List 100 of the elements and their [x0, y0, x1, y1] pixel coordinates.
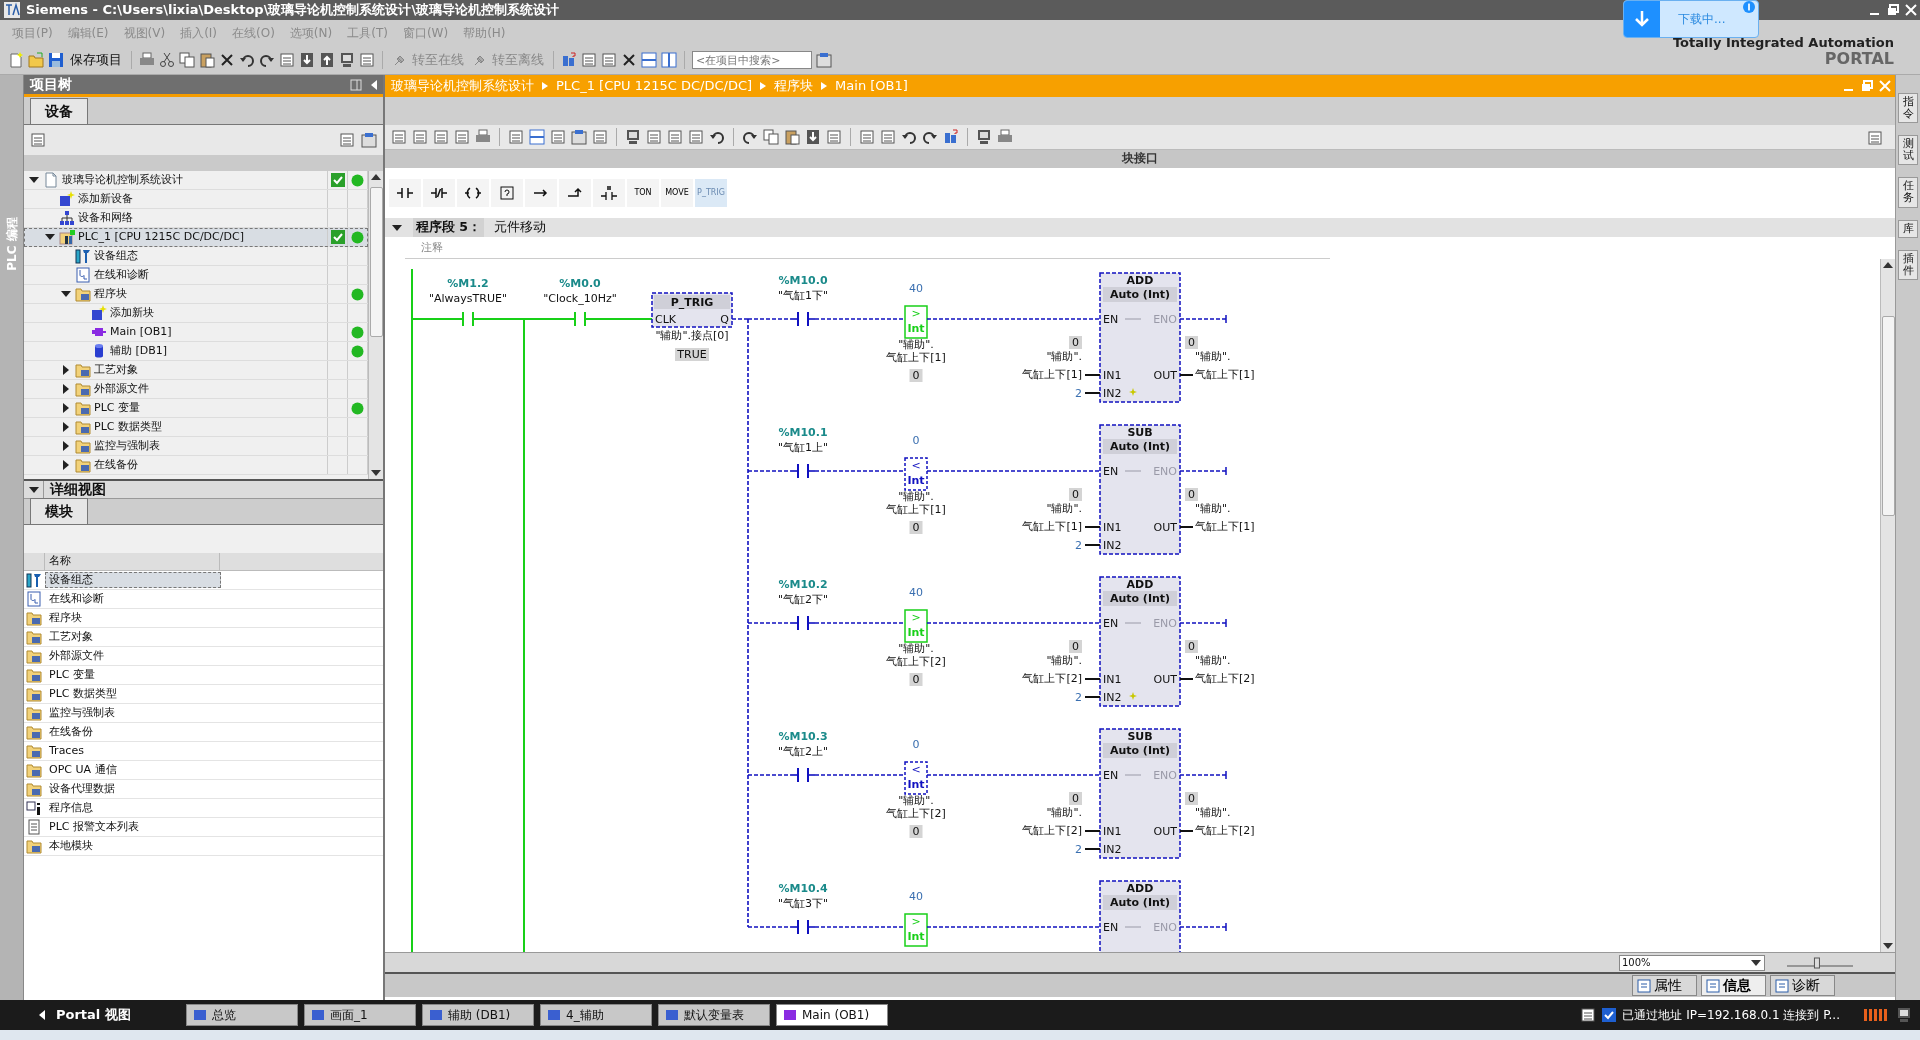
redo-icon[interactable]: [742, 129, 758, 145]
tree-item[interactable]: 工艺对象: [24, 361, 368, 380]
list-item[interactable]: PLC 变量: [45, 666, 221, 684]
list-item[interactable]: 外部源文件: [45, 647, 221, 665]
tree-item[interactable]: 添加新块: [24, 304, 368, 323]
list-item[interactable]: PLC 数据类型: [45, 685, 221, 703]
tree-item[interactable]: 添加新设备: [24, 190, 368, 209]
slider-thumb[interactable]: [1813, 957, 1820, 968]
monitor-icon[interactable]: [1896, 1007, 1912, 1023]
split-vertical-icon[interactable]: [661, 52, 677, 68]
instruction-button[interactable]: [593, 179, 625, 207]
list-item[interactable]: Traces: [45, 742, 221, 760]
tree-item[interactable]: 辅助 [DB1]: [24, 342, 368, 361]
instruction-button[interactable]: MOVE: [661, 179, 693, 207]
undo-icon[interactable]: [709, 129, 725, 145]
download-icon[interactable]: [299, 52, 315, 68]
inspector-tab[interactable]: 诊断: [1770, 975, 1835, 996]
close-icon[interactable]: [1905, 4, 1917, 16]
portal-view-button[interactable]: Portal 视图: [30, 1004, 180, 1026]
copy-icon[interactable]: [763, 129, 779, 145]
split-horizontal-icon[interactable]: [529, 129, 545, 145]
instruction-block[interactable]: [1099, 424, 1181, 555]
tree-item[interactable]: PLC 数据类型: [24, 418, 368, 437]
panel-tab[interactable]: 模块: [30, 498, 88, 524]
editor-tab[interactable]: 4_辅助: [540, 1004, 652, 1026]
contact-symbol[interactable]: [790, 615, 816, 631]
save-icon[interactable]: [48, 52, 64, 68]
list-item[interactable]: 程序信息: [45, 799, 221, 817]
tree-item[interactable]: 外部源文件: [24, 380, 368, 399]
side-tab[interactable]: 指令: [1898, 93, 1918, 124]
editor-tab[interactable]: Main (OB1): [776, 1004, 888, 1026]
editor-tab[interactable]: 默认变量表: [658, 1004, 770, 1026]
instruction-button[interactable]: [389, 179, 421, 207]
list-item[interactable]: 设备组态: [45, 571, 221, 589]
editor-tab[interactable]: 辅助 (DB1): [422, 1004, 534, 1026]
undo-icon[interactable]: [239, 52, 255, 68]
add-input-icon[interactable]: [1129, 388, 1137, 396]
tree-item[interactable]: 在线备份: [24, 456, 368, 475]
layout-icon[interactable]: [350, 78, 362, 91]
inspector-tab[interactable]: 信息: [1701, 975, 1766, 996]
scissors-icon[interactable]: [159, 52, 175, 68]
network-title[interactable]: 元件移动: [494, 218, 547, 237]
download-icon[interactable]: [805, 129, 821, 145]
monitor-icon[interactable]: [976, 129, 992, 145]
list-item[interactable]: 监控与强制表: [45, 704, 221, 722]
instruction-block[interactable]: [1099, 576, 1181, 707]
paste-icon[interactable]: [199, 52, 215, 68]
print-icon[interactable]: [139, 52, 155, 68]
instruction-button[interactable]: TON: [627, 179, 659, 207]
new-file-icon[interactable]: [8, 52, 24, 68]
add-input-icon[interactable]: [1129, 692, 1137, 700]
contact-symbol[interactable]: [790, 463, 816, 479]
redo-icon[interactable]: [259, 52, 275, 68]
instruction-block[interactable]: [1099, 728, 1181, 859]
delete-icon[interactable]: [219, 52, 235, 68]
editor-tab[interactable]: 总览: [186, 1004, 298, 1026]
undo-icon[interactable]: [901, 129, 917, 145]
redo-icon[interactable]: [922, 129, 938, 145]
tree-item[interactable]: 玻璃导论机控制系统设计: [24, 171, 368, 190]
print-icon[interactable]: [475, 129, 491, 145]
list-item[interactable]: 程序块: [45, 609, 221, 627]
instruction-button[interactable]: [559, 179, 591, 207]
tree-item[interactable]: 监控与强制表: [24, 437, 368, 456]
instruction-button[interactable]: [423, 179, 455, 207]
paste-icon[interactable]: [784, 129, 800, 145]
instruction-block[interactable]: [1099, 272, 1181, 403]
toolbar-button[interactable]: 保存项目: [68, 50, 124, 70]
print-icon[interactable]: [997, 129, 1013, 145]
editor-tab[interactable]: 画面_1: [304, 1004, 416, 1026]
split-horizontal-icon[interactable]: [641, 52, 657, 68]
tree-item[interactable]: 程序块: [24, 285, 368, 304]
side-tab[interactable]: 任务: [1898, 177, 1918, 208]
monitor-icon[interactable]: [339, 52, 355, 68]
side-tab[interactable]: 测试: [1898, 135, 1918, 166]
upload-icon[interactable]: [319, 52, 335, 68]
tree-item[interactable]: 在线和诊断: [24, 266, 368, 285]
list-item[interactable]: 在线和诊断: [45, 590, 221, 608]
scrollbar-thumb[interactable]: [369, 187, 383, 337]
instruction-button[interactable]: [525, 179, 557, 207]
tree-item[interactable]: 设备组态: [24, 247, 368, 266]
contact-symbol[interactable]: [790, 311, 816, 327]
list-item[interactable]: 本地模块: [45, 837, 221, 855]
list-item[interactable]: 在线备份: [45, 723, 221, 741]
search-field[interactable]: <在项目中搜索>: [692, 51, 812, 69]
compare-contact[interactable]: [904, 761, 928, 795]
copy-icon[interactable]: [179, 52, 195, 68]
list-item[interactable]: 工艺对象: [45, 628, 221, 646]
compare-contact[interactable]: [904, 457, 928, 491]
panel-tab[interactable]: 设备: [30, 98, 88, 124]
list-item[interactable]: 设备代理数据: [45, 780, 221, 798]
tree-item[interactable]: PLC_1 [CPU 1215C DC/DC/DC]: [24, 228, 368, 247]
zoom-dropdown[interactable]: 100%: [1619, 954, 1765, 971]
side-tab[interactable]: 库: [1898, 219, 1918, 238]
section-title[interactable]: 块接口: [385, 150, 1895, 168]
zoom-slider[interactable]: [1785, 956, 1855, 969]
inspector-tab[interactable]: 属性: [1632, 975, 1697, 996]
toolbar-icon[interactable]: [1580, 1007, 1597, 1023]
list-item[interactable]: OPC UA 通信: [45, 761, 221, 779]
tree-item[interactable]: Main [OB1]: [24, 323, 368, 342]
side-tab[interactable]: 插件: [1898, 249, 1918, 280]
